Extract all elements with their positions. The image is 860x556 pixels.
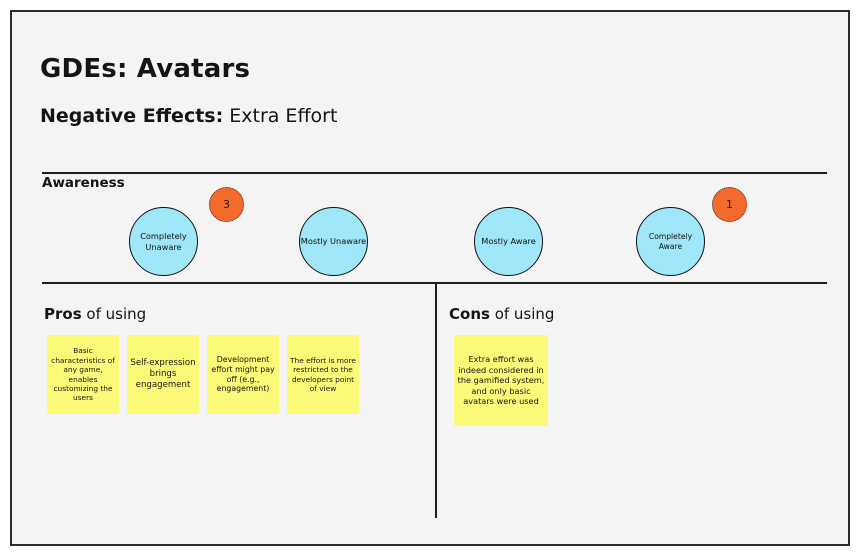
divider-top: [42, 172, 827, 174]
awareness-circle-label: Mostly Aware: [481, 236, 536, 247]
slide-canvas: GDEs: Avatars Negative Effects: Extra Ef…: [10, 10, 850, 546]
pros-sticky-note[interactable]: Basic characteristics of any game, enabl…: [47, 335, 119, 414]
pros-note-text: Self-expression brings engagement: [130, 358, 196, 390]
awareness-section-label: Awareness: [42, 175, 125, 191]
page-title: GDEs: Avatars: [40, 54, 251, 84]
pros-heading-rest: of using: [81, 305, 147, 323]
page-subtitle: Negative Effects: Extra Effort: [40, 105, 337, 127]
pros-note-text: The effort is more restricted to the dev…: [290, 355, 356, 393]
awareness-circle-mostly-aware[interactable]: Mostly Aware: [474, 207, 543, 276]
pros-sticky-note[interactable]: Self-expression brings engagement: [127, 335, 199, 414]
pros-note-text: Basic characteristics of any game, enabl…: [51, 346, 115, 403]
pros-note-text: Development effort might pay off (e.g., …: [211, 354, 275, 394]
subtitle-rest: Extra Effort: [223, 105, 338, 127]
cons-note-text: Extra effort was indeed considered in th…: [457, 354, 545, 407]
pros-heading-lead: Pros: [44, 305, 82, 323]
awareness-circle-label: Completely Unaware: [140, 231, 187, 252]
pros-sticky-note[interactable]: Development effort might pay off (e.g., …: [207, 335, 279, 414]
cons-heading: Cons of using: [449, 305, 554, 323]
cons-sticky-note[interactable]: Extra effort was indeed considered in th…: [454, 335, 548, 426]
pros-heading: Pros of using: [44, 305, 146, 323]
vote-badge-completely-aware[interactable]: 1: [712, 187, 747, 222]
awareness-circle-completely-unaware[interactable]: Completely Unaware: [129, 207, 198, 276]
vote-badge-count: 3: [223, 198, 230, 211]
awareness-circle-mostly-unaware[interactable]: Mostly Unaware: [299, 207, 368, 276]
awareness-circle-completely-aware[interactable]: Completely Aware: [636, 207, 705, 276]
awareness-circle-label: Completely Aware: [648, 232, 693, 251]
vote-badge-count: 1: [726, 198, 733, 211]
cons-heading-lead: Cons: [449, 305, 490, 323]
cons-heading-rest: of using: [489, 305, 555, 323]
awareness-circle-label: Mostly Unaware: [300, 236, 367, 247]
pros-sticky-note[interactable]: The effort is more restricted to the dev…: [287, 335, 359, 414]
subtitle-lead: Negative Effects:: [40, 105, 224, 127]
vote-badge-completely-unaware[interactable]: 3: [209, 187, 244, 222]
divider-vertical: [435, 282, 437, 518]
